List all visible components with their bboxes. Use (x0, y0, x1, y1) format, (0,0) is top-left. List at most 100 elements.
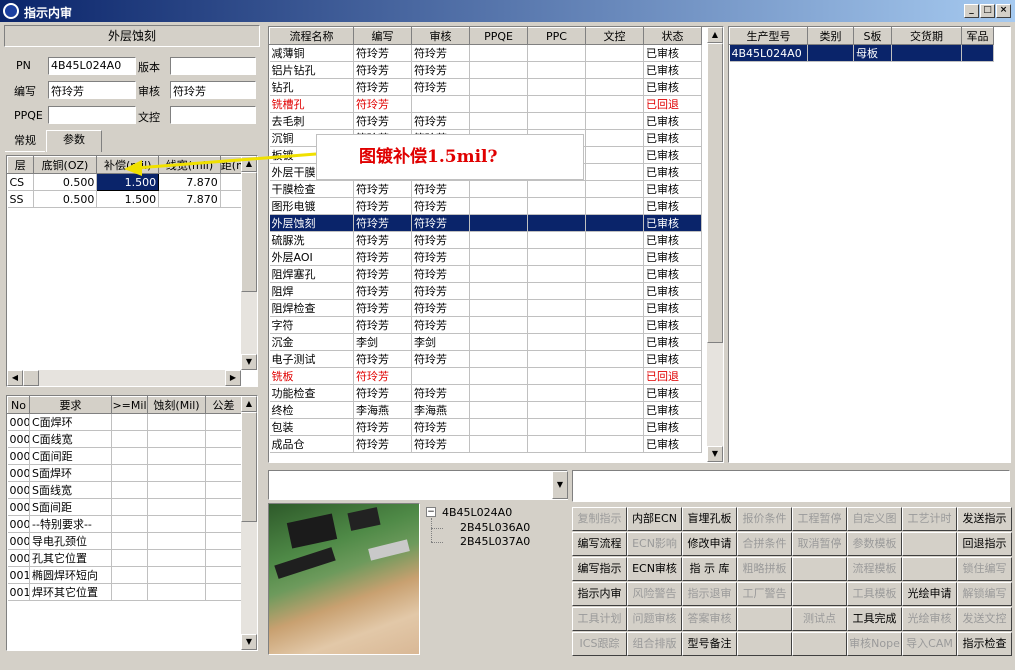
cmd-button[interactable] (737, 632, 792, 656)
cmd-button[interactable]: 答案审核 (682, 607, 737, 631)
table-row[interactable]: 功能检查 符玲芳 符玲芳 已审核 (269, 384, 702, 402)
table-row[interactable]: 电子测试 符玲芳 符玲芳 已审核 (269, 350, 702, 368)
cmd-button[interactable]: 导入CAM (902, 632, 957, 656)
param-hscroll[interactable]: ◀ ▶ (7, 370, 241, 386)
collapse-icon[interactable]: − (426, 507, 436, 517)
cmd-button[interactable]: ECN影响 (627, 532, 682, 556)
cmd-button[interactable]: 指示退审 (682, 582, 737, 606)
table-row[interactable]: 成品仓 符玲芳 符玲芳 已审核 (269, 435, 702, 453)
table-row[interactable]: 001 椭圆焊环短向 (7, 566, 242, 584)
scroll-thumb[interactable] (707, 43, 723, 343)
param-cell[interactable]: 1.500 (96, 190, 160, 208)
scroll-down-icon[interactable]: ▼ (241, 354, 257, 370)
cmd-button[interactable] (737, 607, 792, 631)
cmd-button[interactable]: 锁住编写 (957, 557, 1012, 581)
table-row[interactable]: 000 孔其它位置 (7, 549, 242, 567)
tab-general[interactable]: 常规 (5, 132, 45, 152)
cmd-button[interactable]: 工具计划 (572, 607, 627, 631)
scroll-thumb[interactable] (241, 172, 257, 292)
cmd-button[interactable]: 型号备注 (682, 632, 737, 656)
process-col-1[interactable]: 编写 (353, 27, 412, 45)
cmd-button[interactable]: 发送文控 (957, 607, 1012, 631)
cmd-button[interactable]: 取消暂停 (792, 532, 847, 556)
cmd-button[interactable]: 问题审核 (627, 607, 682, 631)
scroll-left-icon[interactable]: ◀ (7, 370, 23, 386)
doc-control-field[interactable] (170, 106, 256, 124)
table-row[interactable]: 图形电镀 符玲芳 符玲芳 已审核 (269, 197, 702, 215)
table-row[interactable]: 硫脲洗 符玲芳 符玲芳 已审核 (269, 231, 702, 249)
process-vscroll[interactable]: ▲ ▼ (707, 27, 723, 462)
table-row[interactable]: 000 C面线宽 (7, 430, 242, 448)
cmd-button[interactable]: 复制指示 (572, 507, 627, 531)
cmd-button[interactable]: 粗略拼板 (737, 557, 792, 581)
req-col-4[interactable]: 公差 (205, 396, 242, 414)
param-cell[interactable]: 0.500 (33, 190, 98, 208)
process-col-4[interactable]: PPC (527, 27, 586, 45)
cmd-button[interactable]: 解锁编写 (957, 582, 1012, 606)
req-col-0[interactable]: No (7, 396, 30, 414)
remark-input[interactable] (572, 470, 1010, 502)
table-row[interactable]: 外层蚀刻 符玲芳 符玲芳 已审核 (269, 214, 702, 232)
table-row[interactable]: 阻焊 符玲芳 符玲芳 已审核 (269, 282, 702, 300)
cmd-button[interactable]: 光绘申请 (902, 582, 957, 606)
table-row[interactable]: 终检 李海燕 李海燕 已审核 (269, 401, 702, 419)
version-field[interactable] (170, 57, 256, 75)
tree-root[interactable]: 4B45L024A0 (442, 506, 512, 519)
cmd-button[interactable]: 流程模板 (847, 557, 902, 581)
maximize-button[interactable]: □ (980, 4, 995, 18)
param-cell[interactable]: 7.870 (158, 190, 221, 208)
process-col-0[interactable]: 流程名称 (269, 27, 354, 45)
cmd-button[interactable]: ECN审核 (627, 557, 682, 581)
process-col-3[interactable]: PPQE (469, 27, 528, 45)
table-row[interactable]: 外层AOI 符玲芳 符玲芳 已审核 (269, 248, 702, 266)
cmd-button[interactable]: 发送指示 (957, 507, 1012, 531)
cmd-button[interactable]: 指示检查 (957, 632, 1012, 656)
cmd-button[interactable] (902, 557, 957, 581)
table-row[interactable]: 000 C面间距 (7, 447, 242, 465)
scroll-thumb[interactable] (241, 412, 257, 522)
table-row[interactable]: 包装 符玲芳 符玲芳 已审核 (269, 418, 702, 436)
cmd-button[interactable]: 参数模板 (847, 532, 902, 556)
table-row[interactable]: 铣槽孔 符玲芳 已回退 (269, 95, 702, 113)
param-cell[interactable]: 0.500 (33, 173, 98, 191)
cmd-button[interactable]: 工艺计时 (902, 507, 957, 531)
hscroll-thumb[interactable] (23, 370, 39, 386)
cmd-button[interactable]: 报价条件 (737, 507, 792, 531)
table-row[interactable]: 铝片钻孔 符玲芳 符玲芳 已审核 (269, 61, 702, 79)
cmd-button[interactable]: 回退指示 (957, 532, 1012, 556)
param-cell[interactable]: CS (7, 173, 34, 191)
table-row[interactable]: 阻焊塞孔 符玲芳 符玲芳 已审核 (269, 265, 702, 283)
table-row[interactable]: 001 焊环其它位置 (7, 583, 242, 601)
cmd-button[interactable]: 组合排版 (627, 632, 682, 656)
req-col-3[interactable]: 蚀刻(Mil) (147, 396, 206, 414)
req-vscroll[interactable]: ▲ ▼ (241, 396, 257, 650)
order-col-0[interactable]: 生产型号 (729, 27, 808, 45)
cmd-button[interactable]: 编写流程 (572, 532, 627, 556)
cmd-button[interactable] (792, 632, 847, 656)
cmd-button[interactable]: 风险警告 (627, 582, 682, 606)
req-col-1[interactable]: 要求 (29, 396, 112, 414)
cmd-button[interactable]: 审核Nope (847, 632, 902, 656)
process-combo[interactable]: ▼ (268, 470, 568, 500)
table-row[interactable]: 减薄铜 符玲芳 符玲芳 已审核 (269, 44, 702, 62)
table-row[interactable]: 000 导电孔颈位 (7, 532, 242, 550)
table-row[interactable]: 沉金 李剑 李剑 已审核 (269, 333, 702, 351)
table-row[interactable]: 4B45L024A0 母板 (729, 44, 994, 62)
order-col-2[interactable]: S板 (853, 27, 892, 45)
pn-field[interactable]: 4B45L024A0 (48, 57, 136, 75)
cmd-button[interactable]: 工厂警告 (737, 582, 792, 606)
table-row[interactable]: 钻孔 符玲芳 符玲芳 已审核 (269, 78, 702, 96)
table-row[interactable]: 000 C面焊环 (7, 413, 242, 431)
req-col-2[interactable]: >=Mil (111, 396, 148, 414)
process-col-2[interactable]: 审核 (411, 27, 470, 45)
scroll-up-icon[interactable]: ▲ (241, 396, 257, 412)
cmd-button[interactable] (792, 557, 847, 581)
scroll-down-icon[interactable]: ▼ (241, 634, 257, 650)
cmd-button[interactable]: 工具完成 (847, 607, 902, 631)
cmd-button[interactable] (902, 532, 957, 556)
table-row[interactable]: 干膜检查 符玲芳 符玲芳 已审核 (269, 180, 702, 198)
chevron-down-icon[interactable]: ▼ (552, 471, 568, 499)
cmd-button[interactable]: 修改申请 (682, 532, 737, 556)
author-field[interactable]: 符玲芳 (48, 81, 136, 99)
param-col-1[interactable]: 底铜(OZ) (32, 156, 98, 174)
